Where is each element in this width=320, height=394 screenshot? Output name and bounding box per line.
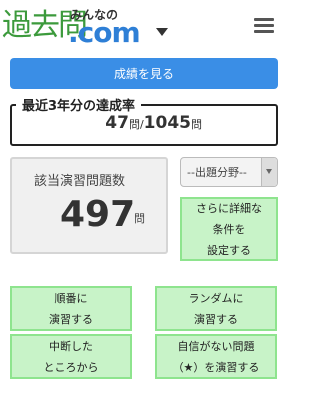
question-count-unit: 問 bbox=[134, 212, 145, 225]
achievement-title: 最近3年分の達成率 bbox=[16, 95, 142, 114]
chevron-down-icon bbox=[266, 169, 272, 174]
answered-count: 47 bbox=[105, 113, 129, 133]
question-count-value: 497 bbox=[60, 194, 136, 235]
logo-com: .com bbox=[68, 16, 141, 49]
select-arrow-box bbox=[261, 158, 277, 186]
field-select[interactable]: --出題分野-- bbox=[180, 157, 278, 187]
total-count: 1045 bbox=[143, 113, 191, 133]
practice-in-order-button[interactable]: 順番に 演習する bbox=[10, 286, 132, 331]
hamburger-menu-icon[interactable] bbox=[254, 18, 274, 34]
resume-practice-button[interactable]: 中断した ところから bbox=[10, 334, 132, 379]
detail-conditions-button[interactable]: さらに詳細な 条件を 設定する bbox=[180, 197, 278, 261]
practice-random-button[interactable]: ランダムに 演習する bbox=[155, 286, 277, 331]
site-logo[interactable]: 過去問 みんなの .com bbox=[2, 6, 172, 48]
site-header: 過去問 みんなの .com bbox=[0, 0, 284, 50]
page-root: 過去問 みんなの .com 成績を見る 最近3年分の達成率 47問/1045問 … bbox=[0, 0, 284, 394]
field-select-value: --出題分野-- bbox=[187, 166, 247, 179]
achievement-value: 47問/1045問 bbox=[105, 113, 202, 133]
practice-unsure-button[interactable]: 自信がない問題 （★）を演習する bbox=[155, 334, 277, 379]
caret-down-icon[interactable] bbox=[156, 28, 168, 36]
view-results-button[interactable]: 成績を見る bbox=[10, 58, 278, 89]
question-count-label: 該当演習問題数 bbox=[34, 174, 126, 189]
answered-unit: 問 bbox=[128, 118, 140, 131]
total-unit: 問 bbox=[191, 118, 202, 131]
